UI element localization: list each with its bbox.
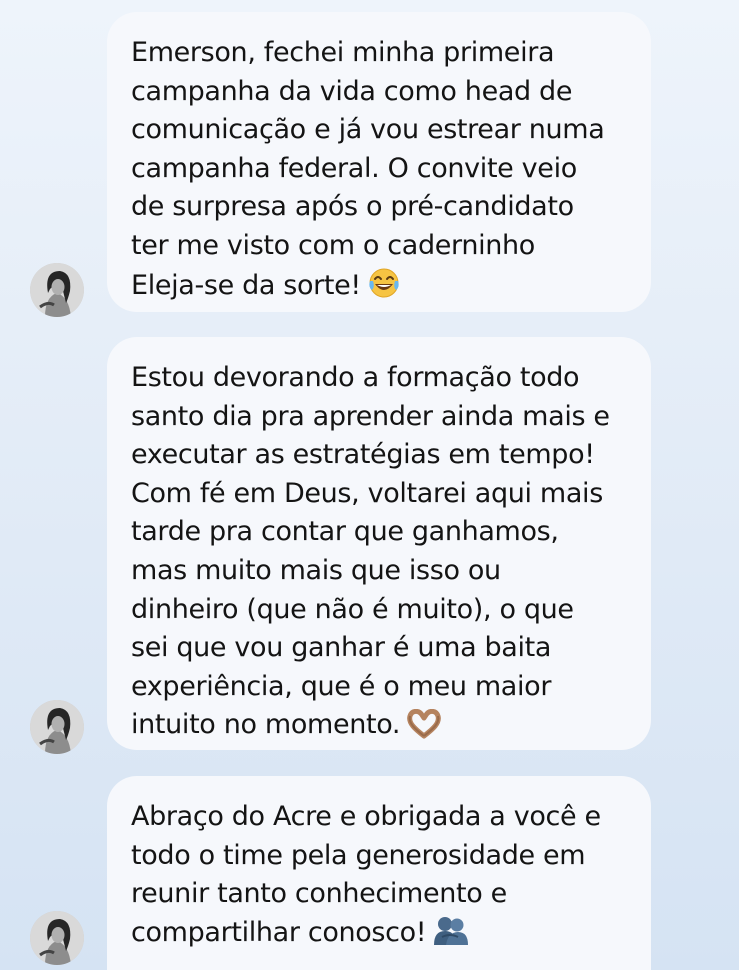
message-2-line-2: santo dia pra aprender ainda mais e bbox=[131, 400, 610, 432]
message-2-line-1: Estou devorando a formação todo bbox=[131, 362, 580, 393]
message-3-line-1: Abraço do Acre e obrigada a você e bbox=[131, 801, 601, 832]
message-1-line-6: ter me visto com o caderninho bbox=[131, 229, 535, 261]
message-2-line-3: executar as estratégias em tempo! bbox=[131, 439, 595, 471]
message-3-line-4-wrap: compartilhar conosco! bbox=[131, 914, 627, 953]
message-2-line-8: sei que vou ganhar é uma baita bbox=[131, 632, 552, 664]
message-1-line-7: Eleja-se da sorte! bbox=[131, 269, 361, 301]
message-2-line-10-wrap: intuito no momento. bbox=[131, 706, 627, 745]
sender-avatar-3[interactable] bbox=[30, 911, 84, 965]
message-2-line-7: dinheiro (que não é muito), o que bbox=[131, 593, 574, 625]
message-bubble-1[interactable]: Emerson, fechei minha primeira campanha … bbox=[107, 12, 651, 312]
message-1-line-5: de surpresa após o pré-candidato bbox=[131, 191, 574, 223]
message-3-line-2: todo o time pela generosidade em bbox=[131, 839, 586, 871]
message-2-line-10: intuito no momento. bbox=[131, 709, 401, 741]
message-2-line-9: experiência, que é o meu maior bbox=[131, 670, 552, 702]
message-3-line-3: reunir tanto conhecimento e bbox=[131, 878, 507, 910]
message-bubble-3[interactable]: Abraço do Acre e obrigada a você e todo … bbox=[107, 776, 651, 970]
message-3-line-4: compartilhar conosco! bbox=[131, 916, 427, 948]
message-2-line-4: Com fé em Deus, voltarei aqui mais bbox=[131, 477, 603, 509]
message-2-line-6: mas muito mais que isso ou bbox=[131, 554, 501, 586]
message-bubble-2[interactable]: Estou devorando a formação todo santo di… bbox=[107, 337, 651, 750]
message-1-line-1: Emerson, fechei minha primeira bbox=[131, 37, 555, 68]
message-1-line-2: campanha da vida como head de bbox=[131, 75, 573, 107]
sender-avatar-2[interactable] bbox=[30, 700, 84, 754]
tears-of-joy-emoji bbox=[367, 266, 401, 300]
people-hugging-emoji bbox=[432, 915, 470, 947]
message-1-line-3: comunicação e já vou estrear numa bbox=[131, 114, 605, 146]
sender-avatar-1[interactable] bbox=[30, 263, 84, 317]
message-1-line-7-wrap: Eleja-se da sorte! bbox=[131, 266, 627, 306]
message-1-line-4: campanha federal. O convite veio bbox=[131, 152, 577, 184]
message-2-line-5: tarde pra contar que ganhamos, bbox=[131, 516, 559, 548]
heart-hands-emoji bbox=[406, 709, 442, 739]
